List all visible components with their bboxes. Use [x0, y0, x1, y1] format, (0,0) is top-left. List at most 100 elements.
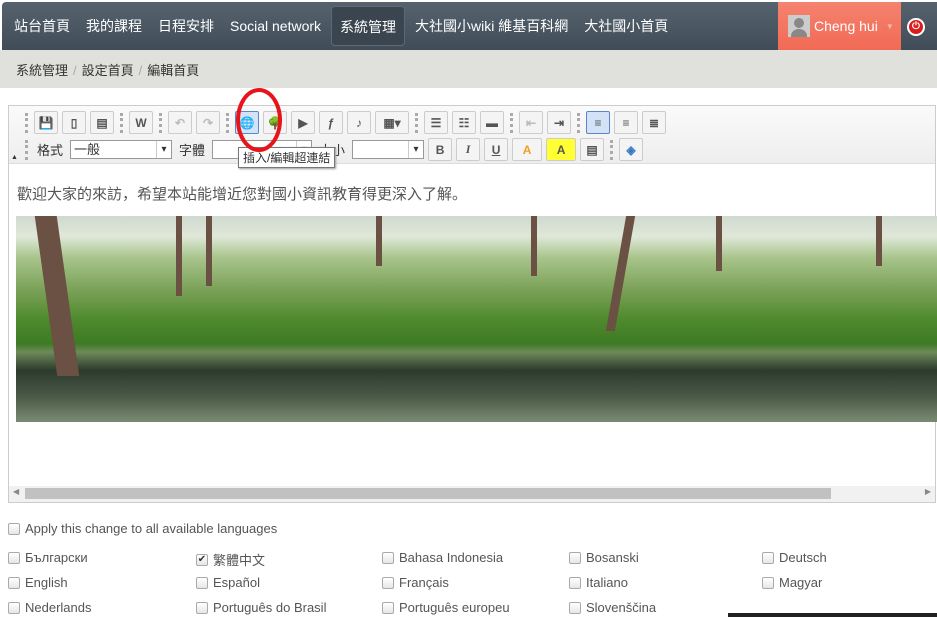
checkbox[interactable]: [569, 576, 581, 589]
checkbox[interactable]: [762, 576, 774, 589]
language-label: Bosanski: [586, 550, 639, 565]
language-option[interactable]: Italiano: [569, 575, 628, 590]
maximize-icon[interactable]: ◈: [619, 138, 644, 161]
paste-word-button[interactable]: W: [129, 111, 153, 134]
collapse-toolbar-icon[interactable]: ▲: [11, 154, 18, 161]
breadcrumb-item[interactable]: 系統管理: [16, 63, 68, 78]
language-label: Slovenščina: [586, 600, 657, 615]
toolbar-grip: [25, 139, 28, 160]
checkbox[interactable]: [8, 576, 20, 589]
flash-button[interactable]: ƒ: [319, 111, 343, 134]
checkbox[interactable]: [762, 551, 774, 564]
new-page-button[interactable]: ▯: [62, 111, 86, 134]
justify-button[interactable]: ≣: [642, 111, 666, 134]
divider: [728, 613, 937, 617]
language-option[interactable]: Deutsch: [762, 550, 827, 565]
language-label: Português do Brasil: [213, 600, 327, 615]
bold-button[interactable]: B: [428, 138, 453, 161]
language-label: Magyar: [779, 575, 823, 590]
language-option[interactable]: ✔ 繁體中文: [196, 550, 265, 569]
avatar: [788, 15, 810, 37]
toolbar-grip: [510, 112, 513, 133]
toolbar-grip: [159, 112, 162, 133]
apply-all-label: Apply this change to all available langu…: [25, 521, 278, 536]
table-button[interactable]: ▦▾: [375, 111, 409, 134]
nav-school-home[interactable]: 大社國小首頁: [576, 6, 676, 46]
top-navbar: 站台首頁 我的課程 日程安排 Social network 系統管理 大社國小w…: [2, 2, 937, 50]
save-button[interactable]: 💾: [34, 111, 58, 134]
language-label: English: [25, 575, 68, 590]
horizontal-scrollbar[interactable]: ◀ ▶: [9, 486, 935, 502]
language-option[interactable]: Bahasa Indonesia: [382, 550, 503, 565]
html-editor: 💾▯▤W↶↷🌐🌳▶ƒ♪▦▾☰☷▬⇤⇥≡≡≣ 格式 一般 字體 大小 B I U …: [8, 105, 937, 503]
checkbox[interactable]: [196, 601, 208, 614]
language-label: Nederlands: [25, 600, 92, 615]
caret-down-icon: ▼: [885, 21, 894, 31]
language-option[interactable]: Português do Brasil: [196, 600, 326, 615]
language-label: Български: [25, 550, 88, 565]
user-menu[interactable]: Cheng hui ▼: [778, 2, 901, 50]
breadcrumb-item[interactable]: 設定首頁: [82, 63, 134, 78]
bg-color-button[interactable]: A: [546, 138, 577, 161]
landscape-image[interactable]: [16, 216, 937, 422]
toolbar-grip: [226, 112, 229, 133]
checkbox[interactable]: [8, 522, 20, 535]
text-color-button[interactable]: A: [512, 138, 543, 161]
checkbox[interactable]: [569, 601, 581, 614]
nav-administration[interactable]: 系統管理: [331, 6, 406, 46]
language-option[interactable]: Español: [196, 575, 260, 590]
apply-all-checkbox[interactable]: Apply this change to all available langu…: [8, 521, 277, 536]
checkbox[interactable]: [569, 551, 581, 564]
undo-button[interactable]: ↶: [168, 111, 192, 134]
nav-agenda[interactable]: 日程安排: [150, 6, 222, 46]
checkbox[interactable]: ✔: [196, 553, 208, 566]
language-option[interactable]: Slovenščina: [569, 600, 656, 615]
language-option[interactable]: Български: [8, 550, 88, 565]
nav-home[interactable]: 站台首頁: [6, 6, 78, 46]
nav-social-network[interactable]: Social network: [222, 6, 329, 46]
language-option[interactable]: Nederlands: [8, 600, 92, 615]
align-left-button[interactable]: ≡: [586, 111, 610, 134]
scroll-left-icon[interactable]: ◀: [13, 487, 19, 496]
checkbox[interactable]: [8, 601, 20, 614]
nav-wiki[interactable]: 大社國小wiki 維基百科網: [407, 6, 576, 46]
editor-text[interactable]: 歡迎大家的來訪，希望本站能增近您對國小資訊教育得更深入了解。: [17, 183, 467, 204]
checkbox[interactable]: [382, 576, 394, 589]
scrollbar-thumb[interactable]: [25, 488, 831, 499]
audio-button[interactable]: ♪: [347, 111, 371, 134]
breadcrumb-item: 編輯首頁: [147, 63, 200, 78]
redo-button[interactable]: ↷: [196, 111, 220, 134]
bulleted-list-button[interactable]: ☰: [424, 111, 448, 134]
format-label: 格式: [37, 143, 64, 158]
indent-button[interactable]: ⇥: [547, 111, 571, 134]
toolbar-grip: [577, 112, 580, 133]
language-label: 繁體中文: [213, 553, 266, 568]
italic-button[interactable]: I: [456, 138, 481, 161]
language-option[interactable]: English: [8, 575, 68, 590]
align-center-button[interactable]: ≡: [614, 111, 638, 134]
remove-format-icon[interactable]: ▤: [580, 138, 605, 161]
video-button[interactable]: ▶: [291, 111, 315, 134]
toolbar-grip: [610, 139, 614, 160]
checkbox[interactable]: [382, 601, 394, 614]
language-option[interactable]: Bosanski: [569, 550, 639, 565]
scroll-right-icon[interactable]: ▶: [925, 487, 931, 496]
language-option[interactable]: Português europeu: [382, 600, 510, 615]
outdent-button[interactable]: ⇤: [519, 111, 543, 134]
underline-button[interactable]: U: [484, 138, 509, 161]
templates-button[interactable]: ▤: [90, 111, 114, 134]
checkbox[interactable]: [382, 551, 394, 564]
power-icon[interactable]: ⏻: [907, 18, 925, 36]
toolbar-grip: [120, 112, 123, 133]
checkbox[interactable]: [196, 576, 208, 589]
horizontal-rule-button[interactable]: ▬: [480, 111, 504, 134]
language-option[interactable]: Magyar: [762, 575, 822, 590]
numbered-list-button[interactable]: ☷: [452, 111, 476, 134]
language-label: Português europeu: [399, 600, 510, 615]
size-select[interactable]: [352, 140, 425, 159]
checkbox[interactable]: [8, 551, 20, 564]
toolbar-grip: [415, 112, 418, 133]
nav-my-courses[interactable]: 我的課程: [78, 6, 150, 46]
language-option[interactable]: Français: [382, 575, 449, 590]
format-select[interactable]: 一般: [70, 140, 173, 159]
